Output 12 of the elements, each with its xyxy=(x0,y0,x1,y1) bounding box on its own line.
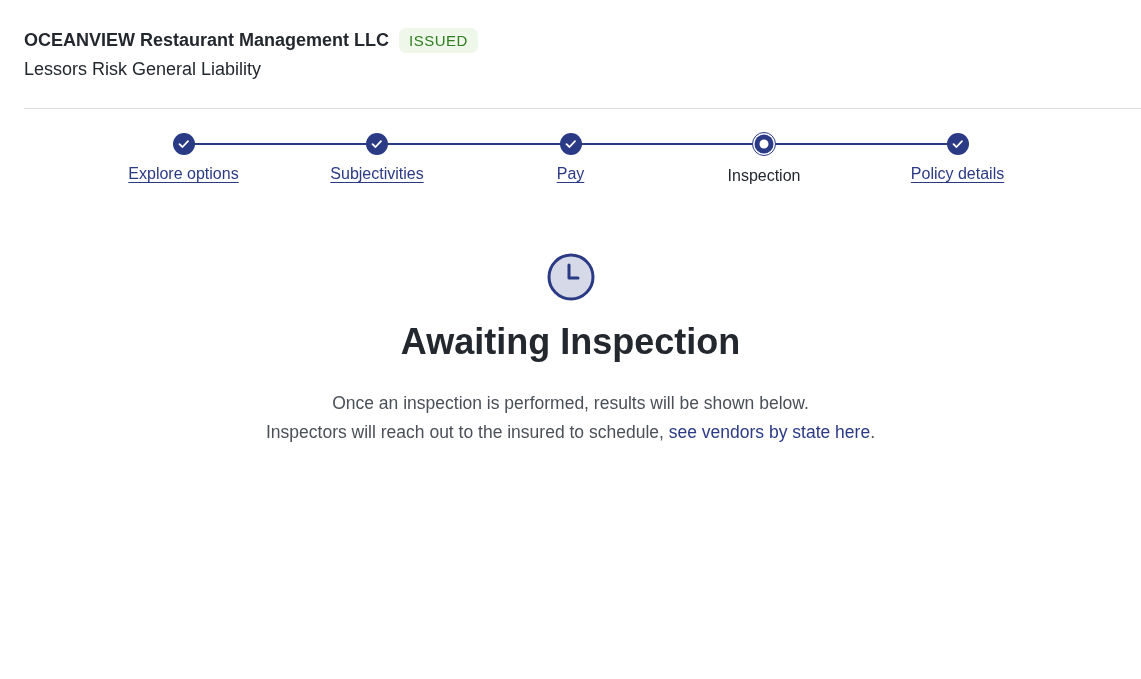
step-label: Inspection xyxy=(727,167,801,185)
status-description: Once an inspection is performed, results will be shown below. Inspectors will reach out to the insured to schedule, see vendors by state here. xyxy=(266,392,875,444)
status-heading: Awaiting Inspection xyxy=(400,321,741,363)
policy-type: Lessors Risk General Liability xyxy=(24,59,263,80)
vendors-link[interactable]: see vendors by state here xyxy=(668,422,871,442)
status-badge: ISSUED xyxy=(399,28,478,53)
step-link[interactable]: Policy details xyxy=(910,165,1005,183)
step-link[interactable]: Subjectivities xyxy=(330,165,424,183)
step-link[interactable]: Pay xyxy=(556,165,585,183)
step-link[interactable]: Explore options xyxy=(128,165,239,183)
company-name: OCEANVIEW Restaurant Management LLC xyxy=(24,30,390,51)
clock-icon xyxy=(546,253,595,301)
